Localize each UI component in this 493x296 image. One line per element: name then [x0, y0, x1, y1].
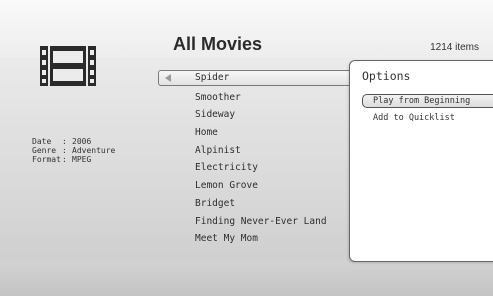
detail-separator: :	[62, 137, 67, 146]
list-item[interactable]: Meet My Mom	[158, 230, 358, 248]
list-item[interactable]: Alpinist	[158, 142, 358, 160]
list-item-label: Smoother	[195, 91, 241, 103]
movie-details: Date : 2006 Genre : Adventure Format : M…	[32, 137, 115, 164]
item-count: 1214 items	[430, 42, 479, 53]
list-item[interactable]: Smoother	[158, 89, 358, 107]
play-from-beginning-button[interactable]: Play from Beginning	[362, 94, 493, 108]
list-item-label: Sideway	[195, 109, 236, 121]
detail-separator: :	[62, 155, 67, 164]
list-item[interactable]: Sideway	[158, 106, 358, 124]
detail-date-value: 2006	[72, 137, 92, 146]
add-to-quicklist-button[interactable]: Add to Quicklist	[373, 112, 455, 124]
left-arrow-icon[interactable]	[165, 74, 171, 82]
film-strip-icon	[36, 42, 100, 90]
list-item[interactable]: Bridget	[158, 195, 358, 213]
list-item-label: Bridget	[195, 197, 236, 209]
movie-list: Spider Smoother Sideway Home Alpinist El…	[158, 69, 358, 248]
list-item-label: Meet My Mom	[195, 233, 258, 245]
list-item-label: Home	[195, 127, 218, 139]
detail-date: Date : 2006	[32, 137, 115, 146]
list-item[interactable]: Finding Never-Ever Land	[158, 213, 358, 231]
list-item[interactable]: Home	[158, 124, 358, 142]
list-item-label: Spider	[195, 72, 230, 83]
detail-date-label: Date	[32, 137, 52, 146]
list-item-label: Alpinist	[195, 144, 241, 156]
detail-format-label: Format	[32, 155, 61, 164]
list-item-label: Lemon Grove	[195, 180, 258, 192]
options-panel: Options Play from Beginning Add to Quick…	[349, 60, 493, 262]
detail-genre-label: Genre	[32, 146, 57, 155]
list-item[interactable]: Lemon Grove	[158, 177, 358, 195]
list-item-selected[interactable]: Spider	[158, 70, 358, 86]
footer-band	[0, 262, 493, 296]
detail-format: Format : MPEG	[32, 155, 115, 164]
list-item[interactable]: Electricity	[158, 159, 358, 177]
detail-format-value: MPEG	[72, 155, 92, 164]
detail-genre-value: Adventure	[72, 146, 116, 155]
options-title: Options	[362, 69, 411, 83]
page-title: All Movies	[173, 34, 263, 54]
list-item-label: Finding Never-Ever Land	[195, 215, 327, 227]
list-item-label: Electricity	[195, 162, 258, 174]
detail-separator: :	[62, 146, 67, 155]
detail-genre: Genre : Adventure	[32, 146, 115, 155]
